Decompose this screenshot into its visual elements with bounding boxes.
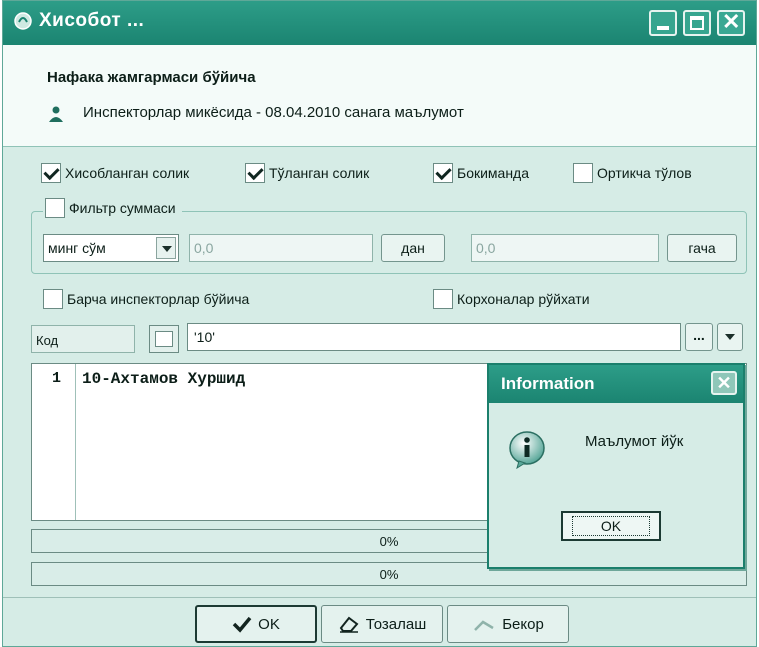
dialog-ok-button[interactable]: OK	[561, 511, 661, 541]
code-input[interactable]: '10'	[187, 323, 681, 351]
checkbox-label: Тўланган солик	[269, 165, 370, 181]
dialog-ok-label: OK	[571, 516, 651, 536]
checkbox-label: Ортикча тўлов	[597, 165, 692, 181]
checkbox-box[interactable]	[433, 289, 453, 309]
amount-from-field[interactable]: 0,0	[189, 234, 373, 262]
dialog-title: Information	[501, 374, 595, 393]
clear-label: Тозалаш	[365, 615, 427, 633]
user-icon	[49, 106, 63, 122]
report-window: Хисобот ... ✕ Нафака жамгармаси бўйича И…	[2, 0, 757, 647]
checkbox-label: Корхоналар рўйхати	[457, 291, 590, 307]
minimize-button[interactable]	[649, 10, 677, 36]
filter-label: Фильтр суммаси	[69, 200, 176, 216]
checkbox-overpayment[interactable]: Ортикча тўлов	[573, 163, 692, 183]
ok-label: OK	[258, 615, 280, 633]
close-icon: ✕	[722, 9, 741, 34]
info-icon	[509, 431, 545, 469]
from-button[interactable]: дан	[381, 234, 445, 262]
checkbox-paid-tax[interactable]: Тўланган солик	[245, 163, 369, 183]
checkbox-box[interactable]	[245, 163, 265, 183]
app-icon	[14, 12, 32, 30]
amount-to-field[interactable]: 0,0	[471, 234, 659, 262]
code-toggle[interactable]	[149, 325, 179, 353]
checkbox-all-inspectors[interactable]: Барча инспекторлар бўйича	[43, 289, 249, 309]
minimize-icon	[657, 26, 669, 30]
ok-button[interactable]: OK	[195, 605, 317, 643]
checkbox-company-list[interactable]: Корхоналар рўйхати	[433, 289, 590, 309]
unit-value: минг сўм	[48, 240, 106, 256]
to-button[interactable]: гача	[667, 234, 737, 262]
checkbox-arrears[interactable]: Бокиманда	[433, 163, 529, 183]
checkbox-box[interactable]	[155, 331, 173, 347]
report-subtitle: Инспекторлар микёсида - 08.04.2010 санаг…	[83, 104, 464, 121]
checkbox-box[interactable]	[433, 163, 453, 183]
line-number: 1	[52, 370, 62, 387]
title-bar[interactable]: Хисобот ... ✕	[3, 1, 756, 45]
eraser-icon	[339, 616, 359, 633]
cancel-button[interactable]: Бекор	[447, 605, 569, 643]
checkbox-box[interactable]	[41, 163, 61, 183]
maximize-button[interactable]	[683, 10, 711, 36]
information-dialog: Information ✕ Маълумот йўк OK	[487, 363, 745, 569]
close-button[interactable]: ✕	[717, 9, 745, 36]
dialog-close-button[interactable]: ✕	[711, 371, 737, 395]
checkbox-label: Бокиманда	[457, 165, 530, 181]
close-icon: ✕	[716, 373, 732, 393]
report-title: Нафака жамгармаси бўйича	[47, 69, 256, 86]
checkbox-box[interactable]	[45, 198, 65, 218]
checkbox-label: Хисобланган солик	[65, 165, 190, 181]
chevron-down-icon[interactable]	[156, 237, 176, 259]
footer-divider	[3, 597, 756, 598]
dialog-message: Маълумот йўк	[585, 433, 684, 450]
checkmark-icon	[232, 616, 252, 633]
progress-text: 0%	[379, 567, 399, 582]
dialog-title-bar[interactable]: Information ✕	[489, 365, 743, 403]
result-line: 10-Ахтамов Хуршид	[82, 370, 246, 388]
maximize-icon	[690, 16, 704, 30]
ellipsis-button[interactable]: ...	[685, 323, 713, 351]
checkbox-box[interactable]	[43, 289, 63, 309]
checkbox-box[interactable]	[573, 163, 593, 183]
clear-button[interactable]: Тозалаш	[321, 605, 443, 643]
code-dropdown-button[interactable]	[717, 323, 743, 351]
code-label: Код	[31, 325, 135, 353]
line-gutter: 1	[32, 364, 76, 520]
cancel-label: Бекор	[502, 615, 544, 633]
window-title: Хисобот ...	[39, 10, 145, 31]
undo-arrow-icon	[474, 620, 494, 631]
report-header: Нафака жамгармаси бўйича Инспекторлар ми…	[3, 45, 756, 147]
checkbox-calculated-tax[interactable]: Хисобланган солик	[41, 163, 189, 183]
checkbox-label: Барча инспекторлар бўйича	[67, 291, 250, 307]
unit-select[interactable]: минг сўм	[43, 234, 179, 262]
chevron-down-icon	[725, 334, 735, 340]
filter-checkbox[interactable]: Фильтр суммаси	[43, 198, 182, 218]
